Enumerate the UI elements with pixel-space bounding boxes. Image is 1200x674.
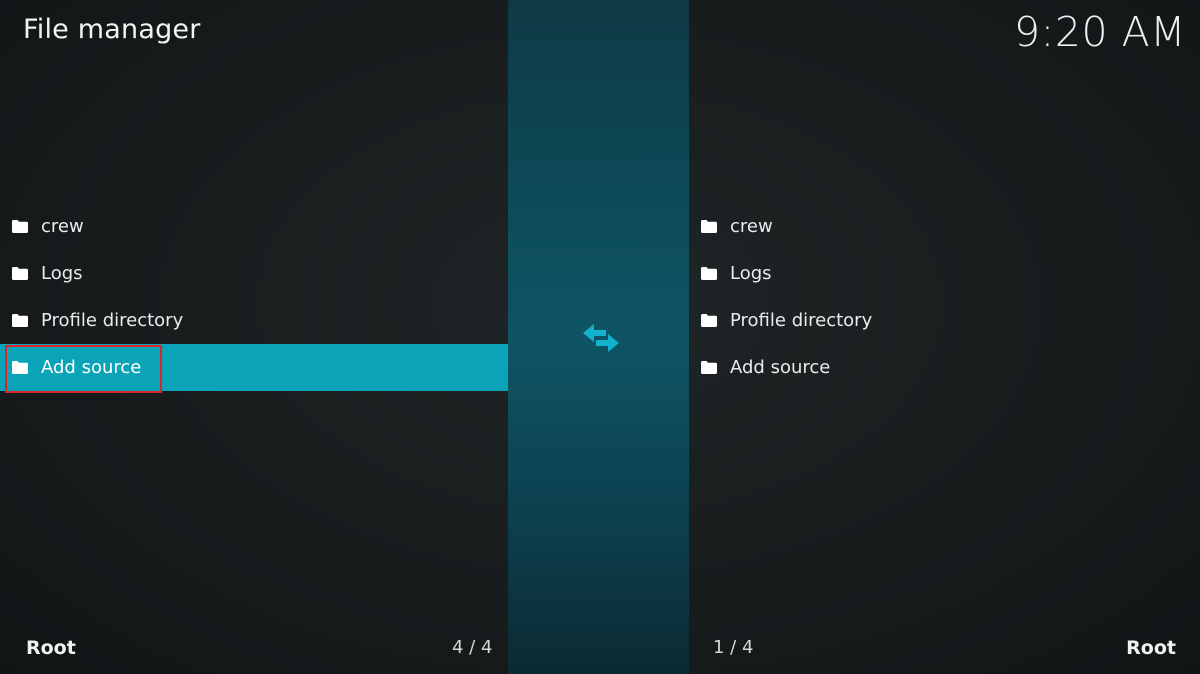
list-item-label: Logs: [730, 263, 772, 284]
right-footer-count: 1 / 4: [713, 637, 754, 658]
list-item-label: Profile directory: [730, 310, 873, 331]
folder-icon: [701, 220, 717, 233]
list-item-label: crew: [41, 216, 84, 237]
page-title: File manager: [23, 14, 201, 45]
file-manager-screen: File manager 9:20 AM crew Logs Profile d…: [0, 0, 1200, 674]
left-pane: crew Logs Profile directory Add source: [0, 203, 508, 403]
folder-icon: [701, 267, 717, 280]
right-pane: crew Logs Profile directory Add source: [689, 203, 1200, 403]
list-item[interactable]: Profile directory: [0, 297, 508, 344]
clock: 9:20 AM: [1013, 8, 1186, 56]
list-item-label: crew: [730, 216, 773, 237]
list-item[interactable]: Logs: [689, 250, 1200, 297]
list-item[interactable]: Add source: [689, 344, 1200, 391]
right-footer-path: Root: [1126, 637, 1176, 659]
folder-icon: [701, 361, 717, 374]
left-footer-count: 4 / 4: [452, 637, 493, 658]
list-item[interactable]: crew: [689, 203, 1200, 250]
folder-icon: [12, 361, 28, 374]
list-item-selected[interactable]: Add source: [0, 344, 508, 393]
list-item-label: Add source: [730, 357, 831, 378]
folder-icon: [12, 267, 28, 280]
swap-arrows-icon[interactable]: [580, 318, 622, 358]
list-item[interactable]: Profile directory: [689, 297, 1200, 344]
left-footer-path: Root: [26, 637, 76, 659]
list-item-label: Logs: [41, 263, 83, 284]
folder-icon: [12, 220, 28, 233]
folder-icon: [701, 314, 717, 327]
list-item[interactable]: crew: [0, 203, 508, 250]
list-item-label: Profile directory: [41, 310, 184, 331]
list-item-label: Add source: [41, 357, 142, 378]
folder-icon: [12, 314, 28, 327]
list-item[interactable]: Logs: [0, 250, 508, 297]
